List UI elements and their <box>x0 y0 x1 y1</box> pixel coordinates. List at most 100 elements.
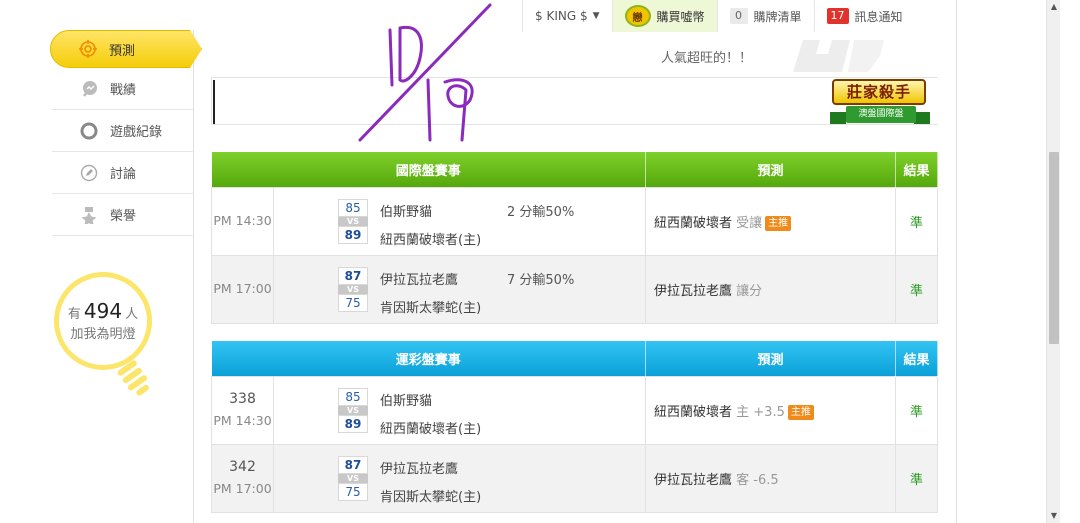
match-cell: 87 VS 75 伊拉瓦拉老鷹 肯因斯太攀蛇(主) <box>273 443 646 513</box>
away-team: 伊拉瓦拉老鷹 <box>380 461 459 477</box>
away-score: 85 <box>338 387 368 406</box>
table-header-row: 運彩盤賽事 預測 結果 <box>211 341 938 376</box>
scroll-down-icon[interactable]: ▼ <box>1047 509 1061 523</box>
scoreboard: 85 VS 89 <box>338 387 368 433</box>
table-header-row: 國際盤賽事 預測 結果 <box>211 152 938 187</box>
prediction-team: 伊拉瓦拉老鷹 <box>654 283 733 299</box>
ribbon-left <box>830 112 846 124</box>
featured-tag: 主推 <box>765 215 792 231</box>
sidebar-item-game-log[interactable]: 遊戲紀錄 <box>52 110 194 152</box>
result-cell: 準 <box>895 254 938 324</box>
page: $ KING $ ▼ 戀 購買噓幣 0 購牌清單 17 訊息通知 預測 戰績 遊… <box>0 0 1080 523</box>
home-team: 肯因斯太攀蛇(主) <box>380 489 482 505</box>
away-team: 伊拉瓦拉老鷹 <box>380 272 459 288</box>
cart-count-badge: 0 <box>729 8 748 24</box>
featured-tag: 主推 <box>787 404 814 420</box>
prediction-detail: 讓分 <box>736 283 763 299</box>
result-cell: 準 <box>895 375 938 445</box>
scroll-up-icon[interactable]: ▲ <box>1047 0 1061 14</box>
pencil-icon <box>80 164 98 182</box>
target-icon <box>79 40 97 58</box>
sidebar-item-label: 討論 <box>110 167 137 182</box>
table-row[interactable]: 338 PM 14:30 85 VS 89 伯斯野貓 紐西蘭破壞者(主) 紐西蘭… <box>211 375 938 445</box>
promo-badge[interactable]: 莊家殺手 澳盤國際盤 <box>826 76 934 136</box>
lamp-prefix: 有 <box>67 307 81 322</box>
match-time: PM 14:30 <box>213 213 272 228</box>
match-time-cell: 338 PM 14:30 <box>211 375 274 445</box>
sidebar-item-discussion[interactable]: 討論 <box>52 152 194 194</box>
sidebar-item-label: 預測 <box>109 43 136 59</box>
vertical-scrollbar[interactable]: ▲ ▼ <box>1046 0 1060 523</box>
away-score: 87 <box>338 455 368 474</box>
match-time-cell: PM 17:00 <box>211 254 274 324</box>
match-time: PM 17:00 <box>213 481 272 496</box>
popularity-text: 人氣超旺的！！ <box>661 51 753 66</box>
cart-button[interactable]: 0 購牌清單 <box>716 0 814 32</box>
prediction-cell: 紐西蘭破壞者 主 +3.5 主推 <box>645 375 896 445</box>
notification-button[interactable]: 17 訊息通知 <box>813 0 915 32</box>
table-row[interactable]: PM 14:30 85 VS 89 伯斯野貓 紐西蘭破壞者(主) 2 分輸50%… <box>211 186 938 256</box>
column-header-prediction: 預測 <box>645 152 896 187</box>
sidebar-item-prediction[interactable]: 預測 <box>50 30 202 68</box>
medal-icon <box>80 206 98 224</box>
away-score: 85 <box>338 198 368 217</box>
scoreboard: 87 VS 75 <box>338 455 368 501</box>
promo-title: 莊家殺手 <box>832 79 926 105</box>
international-odds-table: 國際盤賽事 預測 結果 PM 14:30 85 VS 89 伯斯野貓 紐西蘭破壞… <box>211 152 938 324</box>
match-time-cell: 342 PM 17:00 <box>211 443 274 513</box>
chart-icon <box>80 80 98 98</box>
text-cursor <box>213 80 215 124</box>
sidebar-item-label: 戰績 <box>110 83 137 98</box>
home-team: 肯因斯太攀蛇(主) <box>380 300 482 316</box>
away-team: 伯斯野貓 <box>380 393 433 409</box>
home-team: 紐西蘭破壞者(主) <box>380 421 482 437</box>
lottery-odds-table: 運彩盤賽事 預測 結果 338 PM 14:30 85 VS 89 伯斯野貓 紐… <box>211 341 938 513</box>
match-time-cell: PM 14:30 <box>211 186 274 256</box>
match-time: PM 14:30 <box>213 413 272 428</box>
result-cell: 準 <box>895 186 938 256</box>
cart-label: 購牌清單 <box>753 9 802 24</box>
lamp-caption: 加我為明燈 <box>70 327 136 342</box>
top-bar: $ KING $ ▼ 戀 購買噓幣 0 購牌清單 17 訊息通知 <box>522 0 915 32</box>
sidebar-item-label: 遊戲紀錄 <box>110 125 163 140</box>
chevron-down-icon: ▼ <box>592 11 600 21</box>
lamp-count-line: 有 494 人 <box>59 299 147 323</box>
prediction-detail: 受讓 <box>736 215 763 231</box>
sidebar-item-record[interactable]: 戰績 <box>52 68 194 110</box>
ribbon-right <box>914 112 930 124</box>
home-team: 紐西蘭破壞者(主) <box>380 232 482 248</box>
match-cell: 85 VS 89 伯斯野貓 紐西蘭破壞者(主) 2 分輸50% <box>273 186 646 256</box>
vs-label: VS <box>338 216 368 226</box>
prediction-cell: 紐西蘭破壞者 受讓 主推 <box>645 186 896 256</box>
match-time: PM 17:00 <box>213 281 272 296</box>
prediction-detail: 主 +3.5 <box>736 404 785 420</box>
vs-label: VS <box>338 405 368 415</box>
column-header-result: 結果 <box>895 152 938 187</box>
scoreboard: 85 VS 89 <box>338 198 368 244</box>
promo-subtitle: 澳盤國際盤 <box>846 106 916 123</box>
username: $ KING $ <box>535 9 588 23</box>
match-cell: 85 VS 89 伯斯野貓 紐西蘭破壞者(主) <box>273 375 646 445</box>
lamp-count: 494 <box>83 299 123 323</box>
column-header-result: 結果 <box>895 341 938 376</box>
prediction-team: 紐西蘭破壞者 <box>654 404 733 420</box>
watermark-logo <box>793 40 884 72</box>
home-score: 89 <box>338 414 368 433</box>
match-cell: 87 VS 75 伊拉瓦拉老鷹 肯因斯太攀蛇(主) 7 分輸50% <box>273 254 646 324</box>
lamp-widget[interactable]: 有 494 人 加我為明燈 <box>54 272 152 370</box>
ring-icon <box>80 122 98 140</box>
user-menu[interactable]: $ KING $ ▼ <box>522 0 612 32</box>
notification-count-badge: 17 <box>826 8 849 24</box>
spread-text: 7 分輸50% <box>507 272 575 288</box>
result-cell: 準 <box>895 443 938 513</box>
table-row[interactable]: 342 PM 17:00 87 VS 75 伊拉瓦拉老鷹 肯因斯太攀蛇(主) 伊… <box>211 443 938 513</box>
sidebar-item-honor[interactable]: 榮譽 <box>52 194 194 236</box>
scoreboard: 87 VS 75 <box>338 266 368 312</box>
sidebar-item-label: 榮譽 <box>110 209 137 224</box>
buy-coin-button[interactable]: 戀 購買噓幣 <box>611 0 717 32</box>
table-row[interactable]: PM 17:00 87 VS 75 伊拉瓦拉老鷹 肯因斯太攀蛇(主) 7 分輸5… <box>211 254 938 324</box>
scrollbar-thumb[interactable] <box>1049 152 1059 344</box>
column-header-match: 國際盤賽事 <box>211 152 646 187</box>
prediction-detail: 客 -6.5 <box>736 472 779 488</box>
prediction-team: 伊拉瓦拉老鷹 <box>654 472 733 488</box>
